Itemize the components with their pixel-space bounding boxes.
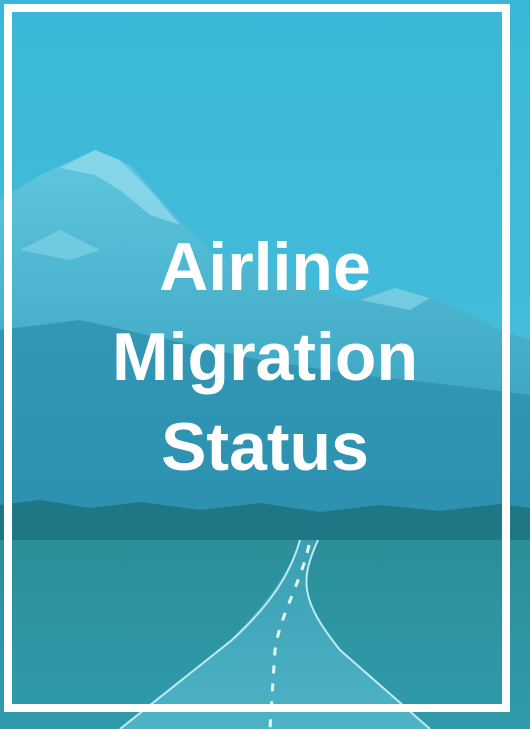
- title-line-2: Migration: [112, 319, 418, 395]
- title-line-3: Status: [161, 409, 369, 485]
- title-line-1: Airline: [159, 229, 371, 305]
- cover-title: Airline Migration Status: [0, 222, 530, 492]
- cover-slide: Airline Migration Status: [0, 0, 530, 729]
